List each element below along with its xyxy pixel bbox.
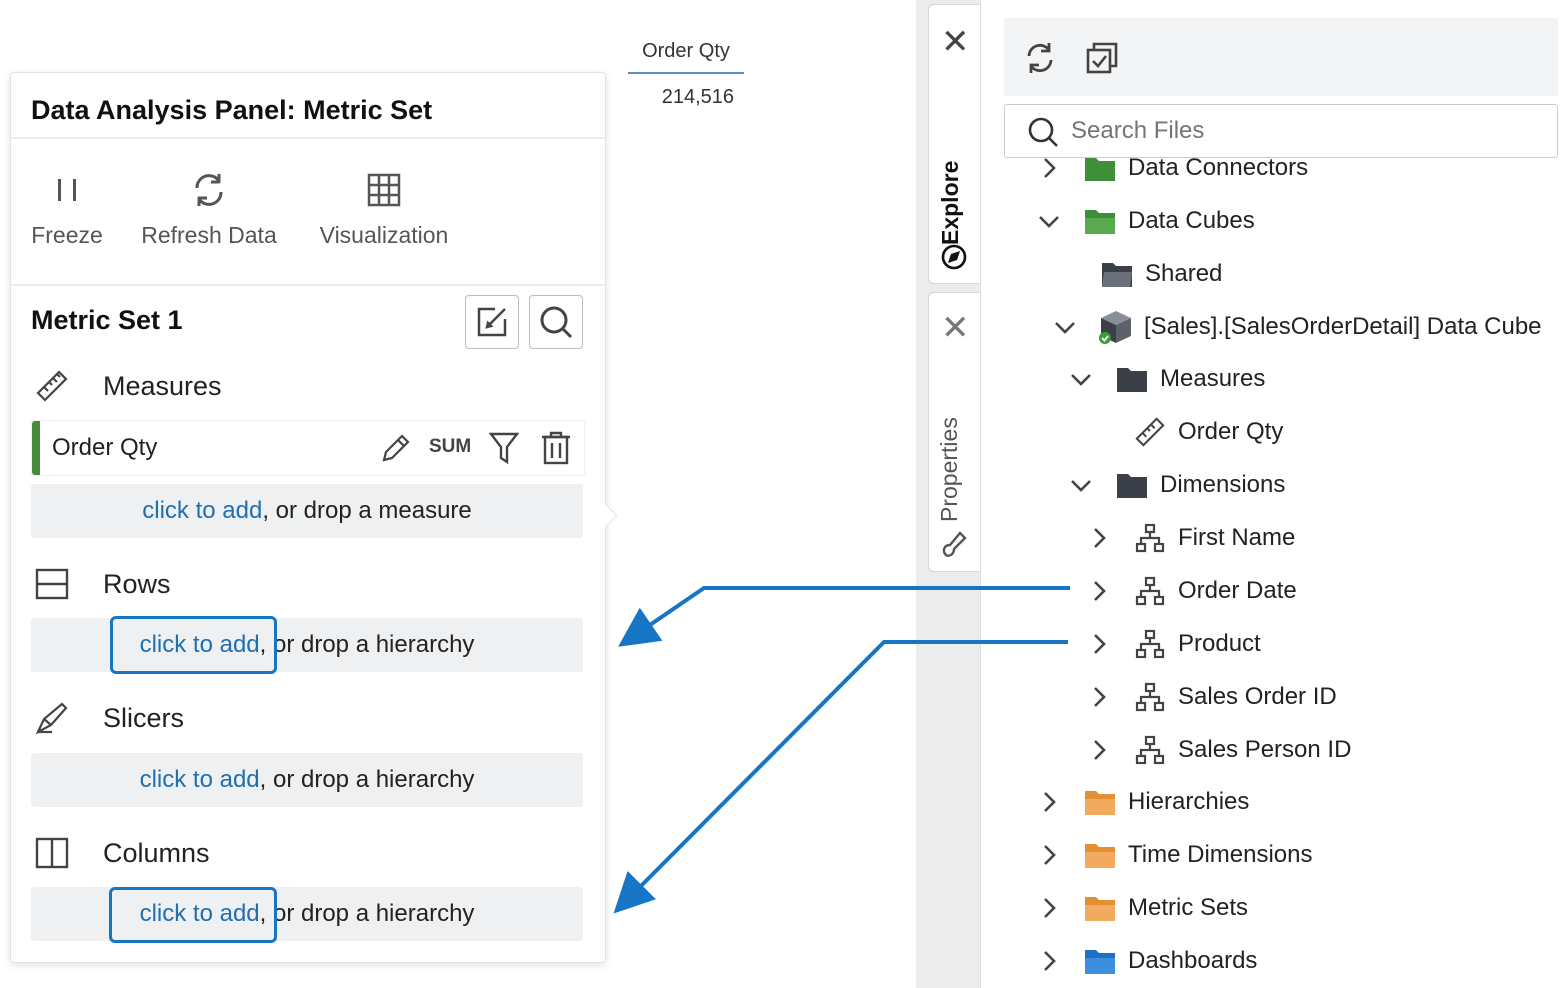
arrow-to-columns [613, 640, 1068, 914]
arrow-to-rows [618, 586, 1070, 647]
drag-arrows [613, 586, 1070, 914]
